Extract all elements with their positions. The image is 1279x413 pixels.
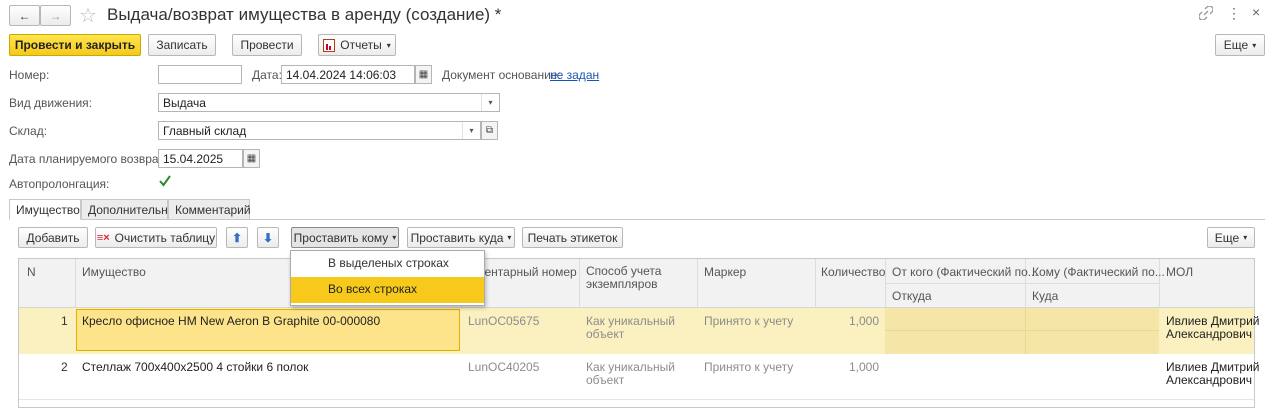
chevron-down-icon[interactable]: ▾ (481, 94, 499, 111)
column-accounting-method[interactable]: Способ учета экземпляров (586, 265, 686, 291)
table-row[interactable]: 1 Кресло офисное HM New Aeron B Graphite… (19, 308, 1259, 354)
column-to-sub[interactable]: Куда (1032, 289, 1058, 303)
basis-label: Документ основание: (442, 68, 561, 82)
number-label: Номер: (9, 68, 50, 82)
more-vertical-icon[interactable]: ⋮ (1227, 5, 1241, 22)
set-whom-dropdown-menu: В выделеных строках Во всех строках (290, 250, 485, 306)
window-title: Выдача/возврат имущества в аренду (созда… (107, 5, 502, 24)
reports-label: Отчеты (340, 38, 382, 52)
table-row[interactable]: 2 Стеллаж 700х400х2500 4 стойки 6 полок … (19, 355, 1259, 399)
calendar-button[interactable]: ▦ (243, 149, 260, 168)
chevron-down-icon: ▾ (1243, 233, 1248, 242)
tab-additional[interactable]: Дополнительно (81, 199, 174, 220)
report-icon (323, 38, 336, 52)
calendar-icon: ▦ (246, 153, 257, 164)
reports-button[interactable]: Отчеты ▾ (318, 34, 396, 56)
clear-table-label: Очистить таблицу (114, 230, 216, 245)
set-whom-button[interactable]: Проставить кому ▾ (291, 227, 399, 248)
save-button[interactable]: Записать (148, 34, 216, 56)
chevron-down-icon: ▾ (392, 233, 397, 242)
quantity: 1,000 (849, 314, 880, 328)
print-labels-button[interactable]: Печать этикеток (522, 227, 623, 248)
column-to[interactable]: Кому (Фактический по... (1032, 265, 1165, 279)
tab-comment[interactable]: Комментарий (168, 199, 251, 220)
calendar-button[interactable]: ▦ (415, 65, 432, 84)
return-date-field[interactable]: 15.04.2025 (158, 149, 243, 168)
open-warehouse-button[interactable]: ⧉ (481, 121, 498, 140)
accounting-method: объект (586, 373, 625, 387)
mol-name: Ивлиев Дмитрий (1166, 314, 1260, 328)
more-label: Еще (1223, 38, 1249, 52)
column-marker[interactable]: Маркер (704, 265, 746, 279)
inventory-number: LunOC05675 (468, 314, 540, 328)
post-and-close-button[interactable]: Провести и закрыть (9, 34, 141, 56)
column-property[interactable]: Имущество (82, 265, 146, 279)
basis-link[interactable]: не задан (550, 68, 599, 82)
close-icon[interactable]: × (1252, 4, 1260, 20)
movement-type-label: Вид движения: (9, 96, 92, 110)
movement-type-value: Выдача (163, 96, 206, 110)
back-button[interactable]: ← (9, 5, 40, 26)
post-button[interactable]: Провести (232, 34, 302, 56)
arrow-down-icon: ⬇ (262, 230, 274, 245)
quantity: 1,000 (849, 360, 880, 374)
clear-table-icon: ≡× (96, 231, 110, 244)
mol-name: Александрович (1166, 327, 1253, 341)
warehouse-label: Склад: (9, 124, 48, 138)
move-up-button[interactable]: ⬆ (226, 227, 248, 248)
mol-name: Ивлиев Дмитрий (1166, 360, 1260, 374)
row-number: 2 (61, 360, 68, 374)
set-whom-label: Проставить кому (293, 230, 389, 245)
table-more-button[interactable]: Еще ▾ (1207, 227, 1255, 248)
forward-button[interactable]: → (40, 5, 71, 26)
move-down-button[interactable]: ⬇ (257, 227, 279, 248)
menu-item-all-rows[interactable]: Во всех строках (291, 277, 484, 303)
marker: Принято к учету (704, 360, 794, 374)
chevron-down-icon[interactable]: ▾ (462, 122, 480, 139)
property-grid[interactable]: N Имущество Инвентарный номер Способ уче… (18, 258, 1259, 408)
add-row-button[interactable]: Добавить (18, 227, 88, 248)
return-date-label: Дата планируемого возврата: (9, 152, 174, 166)
set-where-label: Проставить куда (410, 230, 504, 245)
arrow-up-icon: ⬆ (231, 230, 243, 245)
date-field[interactable]: 14.04.2024 14:06:03 (281, 65, 415, 84)
column-mol[interactable]: МОЛ (1166, 265, 1193, 279)
table-more-label: Еще (1214, 230, 1240, 245)
set-where-button[interactable]: Проставить куда ▾ (407, 227, 515, 248)
chevron-down-icon: ▾ (386, 40, 391, 50)
column-n[interactable]: N (27, 265, 36, 279)
marker: Принято к учету (704, 314, 794, 328)
back-arrow-icon: ← (18, 8, 31, 23)
link-icon[interactable] (1198, 5, 1214, 23)
accounting-method: Как уникальный (586, 360, 675, 374)
chevron-down-icon: ▾ (1252, 40, 1257, 50)
number-field[interactable] (158, 65, 242, 84)
tab-property[interactable]: Имущество (9, 199, 81, 220)
warehouse-value: Главный склад (163, 124, 247, 138)
accounting-method: Как уникальный (586, 314, 675, 328)
column-quantity[interactable]: Количество (821, 265, 885, 279)
row-number: 1 (61, 314, 68, 328)
chevron-down-icon: ▾ (507, 233, 512, 242)
from-cell-area (885, 308, 1159, 354)
mol-name: Александрович (1166, 373, 1253, 387)
movement-type-select[interactable]: Выдача ▾ (158, 93, 500, 112)
warehouse-select[interactable]: Главный склад ▾ (158, 121, 481, 140)
clear-table-button[interactable]: ≡× Очистить таблицу (95, 227, 217, 248)
favorite-star-icon[interactable]: ☆ (79, 3, 97, 28)
column-from-sub[interactable]: Откуда (892, 289, 932, 303)
inventory-number: LunOC40205 (468, 360, 540, 374)
menu-item-selected-rows[interactable]: В выделеных строках (291, 251, 484, 277)
more-button[interactable]: Еще ▾ (1215, 34, 1265, 56)
autoprolong-checkbox[interactable] (158, 174, 172, 188)
property-name: Кресло офисное HM New Aeron B Graphite 0… (82, 314, 381, 328)
autoprolong-label: Автопролонгация: (9, 177, 110, 191)
calendar-icon: ▦ (418, 69, 429, 80)
property-name: Стеллаж 700х400х2500 4 стойки 6 полок (82, 360, 309, 374)
open-link-icon: ⧉ (485, 125, 494, 136)
accounting-method: объект (586, 327, 625, 341)
column-from[interactable]: От кого (Фактический по... (892, 265, 1038, 279)
forward-arrow-icon: → (49, 8, 62, 23)
date-label: Дата: (252, 68, 282, 82)
